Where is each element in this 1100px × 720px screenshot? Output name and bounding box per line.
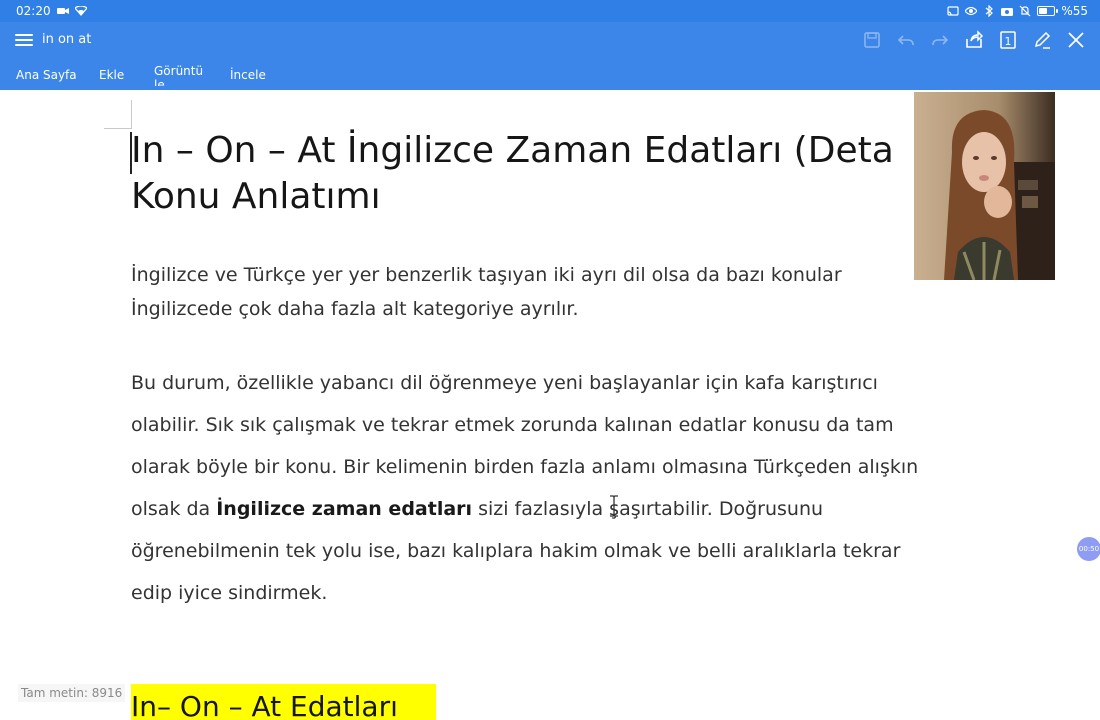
edit-icon[interactable] xyxy=(1026,25,1058,55)
word-count-badge: Tam metin: 8916 xyxy=(18,684,126,702)
margin-marker-horizontal xyxy=(104,128,132,129)
document-title[interactable]: in on at xyxy=(42,32,91,47)
share-icon[interactable] xyxy=(958,25,990,55)
webcam-overlay[interactable] xyxy=(914,92,1055,280)
status-time: 02:20 xyxy=(16,4,51,18)
bold-keyword: İngilizce zaman edatları xyxy=(216,498,473,520)
status-right: %55 xyxy=(947,4,1088,18)
paragraph-2-line-1: Bu durum, özellikle yabancı dil öğrenmey… xyxy=(131,372,878,394)
text-caret xyxy=(130,132,132,174)
wifi-icon xyxy=(74,5,87,17)
video-icon xyxy=(56,5,69,17)
paragraph-2-line-3: olarak böyle bir konu. Bir kelimenin bir… xyxy=(131,456,919,478)
mute-icon xyxy=(1019,5,1031,17)
page-count-icon[interactable]: 1 xyxy=(992,25,1024,55)
heading-line-1: In – On – At İngilizce Zaman Edatları (D… xyxy=(131,130,894,171)
battery-text: %55 xyxy=(1061,4,1088,18)
paragraph-1-line-1: İngilizce ve Türkçe yer yer benzerlik ta… xyxy=(131,264,842,286)
paragraph-2-line-4-post: sizi fazlasıyla şaşırtabilir. Doğrusunu xyxy=(472,498,824,520)
paragraph-2[interactable]: Bu durum, özellikle yabancı dil öğrenmey… xyxy=(131,362,918,614)
cast-icon xyxy=(947,5,959,17)
ribbon-tabs: Ana Sayfa Ekle Görüntüle İncele xyxy=(0,62,700,88)
paragraph-2-line-4-pre: olsak da xyxy=(131,498,217,520)
redo-icon[interactable] xyxy=(924,25,956,55)
heading-line-2: Konu Anlatımı xyxy=(131,176,381,217)
tab-ana-sayfa[interactable]: Ana Sayfa xyxy=(16,68,77,82)
margin-marker-vertical xyxy=(131,100,132,128)
close-icon[interactable] xyxy=(1060,25,1092,55)
save-icon[interactable] xyxy=(856,25,888,55)
toolbar-actions: 1 xyxy=(856,25,1092,55)
paragraph-2-line-4: olsak da İngilizce zaman edatları sizi f… xyxy=(131,488,918,530)
bluetooth-icon xyxy=(983,5,995,17)
status-bar: 02:20 %55 xyxy=(0,0,1100,22)
floating-timer-bubble[interactable]: 00:50 xyxy=(1077,537,1100,561)
tab-incele[interactable]: İncele xyxy=(230,68,266,82)
tab-goruntule[interactable]: Görüntüle xyxy=(154,64,206,86)
camera-icon xyxy=(1001,5,1014,17)
app-toolbar: in on at 1 Ana Sayfa Ekle Görüntüle İnce… xyxy=(0,22,1100,90)
document-heading[interactable]: In – On – At İngilizce Zaman Edatları (D… xyxy=(131,128,1031,220)
text-cursor-icon xyxy=(610,495,618,517)
title-row: in on at 1 xyxy=(0,22,1100,58)
paragraph-1-line-2: İngilizcede çok daha fazla alt kategoriy… xyxy=(131,298,579,320)
tab-ekle[interactable]: Ekle xyxy=(99,68,124,82)
eye-icon xyxy=(965,5,978,17)
webcam-person-image xyxy=(914,92,1055,280)
status-left: 02:20 xyxy=(16,4,87,18)
menu-icon[interactable] xyxy=(14,30,34,50)
paragraph-2-line-6: edip iyice sindirmek. xyxy=(131,582,328,604)
battery-icon xyxy=(1037,6,1059,16)
highlighted-heading[interactable]: In– On – At Edatları xyxy=(131,684,436,720)
paragraph-2-line-2: olabilir. Sık sık çalışmak ve tekrar etm… xyxy=(131,414,894,436)
page-count-text: 1 xyxy=(1005,35,1012,48)
undo-icon[interactable] xyxy=(890,25,922,55)
paragraph-1[interactable]: İngilizce ve Türkçe yer yer benzerlik ta… xyxy=(131,258,842,326)
document-canvas[interactable]: In – On – At İngilizce Zaman Edatları (D… xyxy=(0,90,1100,720)
paragraph-2-line-5: öğrenebilmenin tek yolu ise, bazı kalıpl… xyxy=(131,540,901,562)
